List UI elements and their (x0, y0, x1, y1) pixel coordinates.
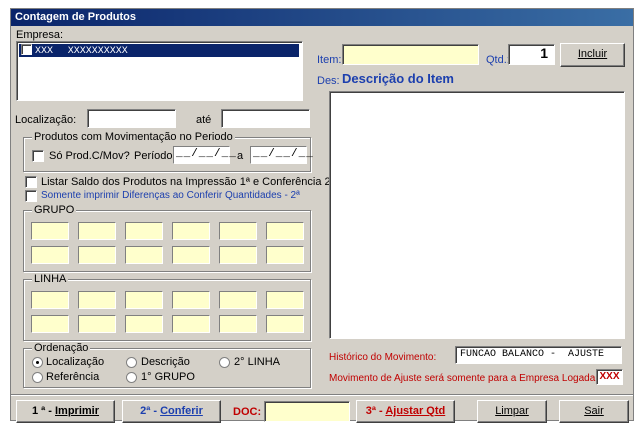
periodo-to-input[interactable]: __/__/__ (250, 146, 313, 164)
ordenacao-localizacao-radio[interactable] (32, 357, 43, 368)
somente-diferencas-checkbox[interactable] (25, 190, 37, 202)
grupo-cell[interactable] (219, 222, 257, 240)
ordenacao-1grupo-radio[interactable] (126, 372, 137, 383)
grupo-cell[interactable] (31, 246, 69, 264)
linha-cell[interactable] (125, 315, 163, 333)
incluir-button[interactable]: Incluir (560, 43, 625, 67)
periodo-a-label: a (237, 150, 244, 162)
linha-cell[interactable] (172, 315, 210, 333)
movimentacao-title: Produtos com Movimentação no Periodo (32, 131, 235, 143)
footer-divider (11, 394, 633, 396)
grupo-cell[interactable] (31, 222, 69, 240)
conferir-button[interactable]: 2ª - Conferir (122, 400, 221, 423)
so-prod-mov-label: Só Prod.C/Mov? (49, 150, 130, 162)
linha-cell[interactable] (266, 291, 304, 309)
grupo-cell[interactable] (78, 246, 116, 264)
localizacao-label: Localização: (15, 114, 77, 126)
historico-input[interactable]: FUNCAO BALANCO - AJUSTE (455, 346, 622, 364)
ordenacao-1grupo-label: 1° GRUPO (141, 371, 195, 383)
window-title: Contagem de Produtos (11, 9, 633, 26)
ajustar-qtd-button[interactable]: 3ª - Ajustar Qtd (356, 400, 455, 423)
item-input[interactable] (342, 44, 479, 65)
movimentacao-group: Produtos com Movimentação no Periodo Só … (23, 131, 313, 172)
empresa-logada-badge: XXX (596, 369, 623, 385)
linha-group: LINHA (23, 273, 311, 341)
ordenacao-referencia-label: Referência (46, 371, 100, 383)
descricao-item: Descrição do Item (342, 71, 454, 86)
listar-saldo-checkbox[interactable] (25, 176, 37, 188)
doc-label: DOC: (233, 406, 262, 418)
ate-label: até (196, 114, 212, 126)
grupo-cell[interactable] (172, 246, 210, 264)
grupo-cell[interactable] (125, 246, 163, 264)
grupo-cell[interactable] (219, 246, 257, 264)
grupo-cell[interactable] (266, 222, 304, 240)
so-prod-mov-checkbox[interactable] (32, 150, 44, 162)
linha-cell[interactable] (266, 315, 304, 333)
ordenacao-descricao-radio[interactable] (126, 357, 137, 368)
grupo-title: GRUPO (32, 204, 77, 216)
limpar-button[interactable]: Limpar (477, 400, 547, 423)
periodo-label: Período: (134, 150, 176, 162)
empresa-item-checkbox[interactable] (21, 44, 32, 55)
empresa-list-item[interactable]: XXX XXXXXXXXXX (19, 44, 299, 57)
imprimir-button[interactable]: 1 ª - Imprimir (16, 400, 115, 423)
linha-cell[interactable] (31, 291, 69, 309)
qtd-label: Qtd.: (486, 54, 510, 66)
listar-saldo-label: Listar Saldo dos Produtos na Impressão 1… (41, 176, 335, 188)
empresa-list[interactable]: XXX XXXXXXXXXX (16, 41, 303, 101)
grupo-group: GRUPO (23, 204, 311, 272)
linha-cell[interactable] (172, 291, 210, 309)
localizacao-to-input[interactable] (221, 109, 310, 128)
ordenacao-localizacao-label: Localização (46, 356, 105, 368)
item-label: Item: (317, 54, 342, 66)
linha-cell[interactable] (78, 291, 116, 309)
grupo-cell[interactable] (266, 246, 304, 264)
linha-title: LINHA (32, 273, 69, 285)
somente-diferencas-label: Somente imprimir Diferenças ao Conferir … (41, 190, 300, 201)
linha-cell[interactable] (78, 315, 116, 333)
empresa-label: Empresa: (16, 29, 64, 41)
grupo-cell[interactable] (172, 222, 210, 240)
periodo-from-input[interactable]: __/__/__ (173, 146, 236, 164)
doc-input[interactable] (264, 401, 350, 422)
qtd-input[interactable]: 1 (508, 44, 555, 65)
sair-button[interactable]: Sair (559, 400, 629, 423)
empresa-item-code: XXX (35, 46, 54, 57)
ordenacao-title: Ordenação (32, 342, 91, 354)
ordenacao-2linha-radio[interactable] (219, 357, 230, 368)
descricao-textarea[interactable] (329, 91, 625, 339)
ordenacao-descricao-label: Descrição (141, 356, 190, 368)
grupo-cell[interactable] (125, 222, 163, 240)
linha-cell[interactable] (31, 315, 69, 333)
linha-cell[interactable] (125, 291, 163, 309)
ordenacao-2linha-label: 2° LINHA (234, 356, 280, 368)
localizacao-from-input[interactable] (87, 109, 176, 128)
linha-cell[interactable] (219, 291, 257, 309)
ajuste-notice: Movimento de Ajuste será somente para a … (329, 373, 601, 384)
contagem-window: Contagem de Produtos Empresa: XXX XXXXXX… (10, 8, 634, 423)
historico-label: Histórico do Movimento: (329, 352, 437, 363)
empresa-item-name: XXXXXXXXXX (67, 46, 128, 57)
linha-cell[interactable] (219, 315, 257, 333)
des-label: Des: (317, 75, 340, 87)
ordenacao-group: Ordenação Localização Descrição 2° LINHA… (23, 342, 311, 388)
ordenacao-referencia-radio[interactable] (32, 372, 43, 383)
grupo-cell[interactable] (78, 222, 116, 240)
